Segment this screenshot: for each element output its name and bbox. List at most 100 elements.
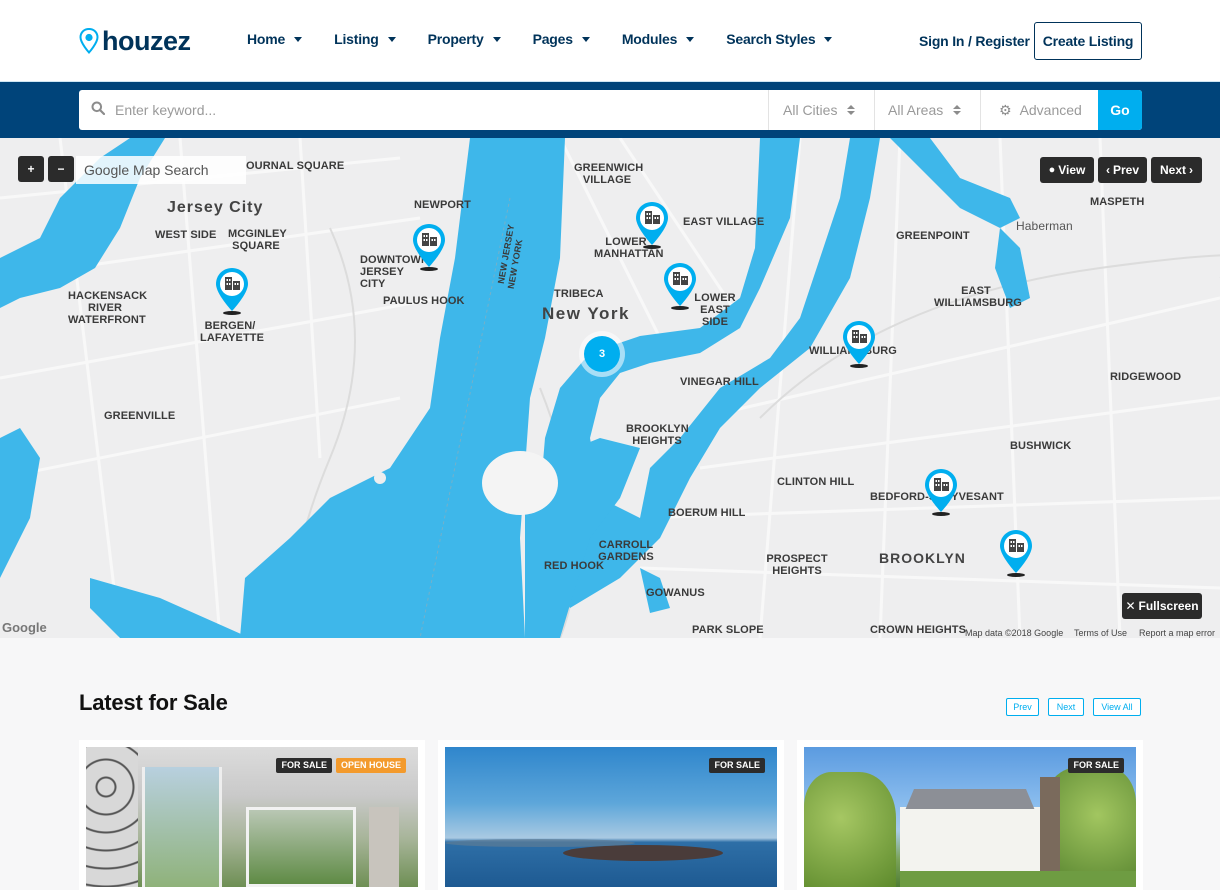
- wallpaper-detail: [86, 747, 138, 887]
- chimney-detail: [1040, 777, 1060, 871]
- map-label: NEWPORT: [414, 199, 471, 211]
- map-label: MASPETH: [1090, 196, 1145, 208]
- cities-select-value: All Cities: [783, 102, 838, 118]
- signin-register-link[interactable]: Sign In / Register: [919, 33, 1030, 49]
- map-label: GREENWICH VILLAGE: [574, 162, 644, 186]
- areas-select-value: All Areas: [888, 102, 944, 118]
- property-marker[interactable]: [213, 266, 251, 316]
- map-prev-button[interactable]: ‹ Prev: [1098, 157, 1147, 183]
- for-sale-badge: FOR SALE: [709, 758, 765, 773]
- map-label: CLINTON HILL: [777, 476, 855, 488]
- site-header: houzez Home Listing Property Pages Modul…: [0, 0, 1220, 82]
- zoom-in-button[interactable]: +: [18, 156, 44, 182]
- main-nav: Home Listing Property Pages Modules Sear…: [247, 31, 864, 47]
- property-image-house[interactable]: FOR SALE: [804, 747, 1136, 887]
- fullscreen-button[interactable]: ✕ Fullscreen: [1122, 593, 1202, 619]
- keyword-input[interactable]: [115, 102, 735, 118]
- caret-down-icon: [492, 36, 501, 42]
- nav-item-property[interactable]: Property: [428, 31, 501, 47]
- coast-detail: [445, 839, 635, 847]
- view-label: View: [1058, 163, 1086, 177]
- logo-text: houzez: [102, 26, 191, 56]
- prev-label: Prev: [1112, 163, 1140, 177]
- map-label: BERGEN/ LAFAYETTE: [200, 320, 265, 344]
- view-all-button[interactable]: View All: [1093, 698, 1141, 716]
- map-label: BOERUM HILL: [668, 507, 746, 519]
- nav-item-label: Listing: [334, 31, 379, 47]
- map-canvas[interactable]: Jersey City WEST SIDE MCGINLEY SQUARE OU…: [0, 138, 1220, 638]
- globe-icon: ●: [1048, 164, 1056, 176]
- carousel-next-button[interactable]: Next: [1048, 698, 1084, 716]
- carousel-prev-button[interactable]: Prev: [1006, 698, 1039, 716]
- map-label: BROOKLYN HEIGHTS: [626, 423, 689, 447]
- badge-group: FOR SALE: [709, 758, 765, 773]
- areas-select[interactable]: All Areas: [875, 90, 981, 130]
- map-label: Jersey City: [167, 199, 264, 216]
- keyword-field: [79, 90, 769, 130]
- cities-select[interactable]: All Cities: [769, 90, 875, 130]
- nav-item-listing[interactable]: Listing: [334, 31, 396, 47]
- lawn-detail: [900, 871, 1136, 887]
- map-label: CROWN HEIGHTS: [870, 624, 967, 636]
- map-label: EAST WILLIAMSBURG: [934, 285, 1022, 309]
- terms-of-use-link[interactable]: Terms of Use: [1074, 628, 1127, 638]
- gear-icon: ⚙: [999, 101, 1012, 118]
- caret-down-icon: [387, 36, 396, 42]
- map-label: Haberman: [1016, 219, 1073, 233]
- advanced-label: Advanced: [1019, 102, 1082, 118]
- map-label: BUSHWICK: [1010, 440, 1072, 452]
- advanced-search-button[interactable]: ⚙ Advanced: [981, 90, 1098, 130]
- property-marker[interactable]: [633, 200, 671, 250]
- map-label: GREENVILLE: [104, 410, 176, 422]
- property-marker[interactable]: [661, 261, 699, 311]
- map-label: RED HOOK: [544, 560, 605, 572]
- map-view-button[interactable]: ● View: [1040, 157, 1094, 183]
- section-title: Latest for Sale: [79, 690, 228, 715]
- roof-detail: [905, 789, 1035, 809]
- sort-arrows-icon: [953, 105, 962, 115]
- nav-item-search-styles[interactable]: Search Styles: [726, 31, 833, 47]
- map-next-button[interactable]: Next ›: [1151, 157, 1202, 183]
- property-image-interior[interactable]: FOR SALE OPEN HOUSE: [86, 747, 418, 887]
- map-label: PAULUS HOOK: [383, 295, 465, 307]
- nav-item-label: Pages: [532, 31, 573, 47]
- property-marker[interactable]: [997, 528, 1035, 578]
- map-label: HACKENSACK RIVER WATERFRONT: [68, 290, 148, 326]
- logo[interactable]: houzez: [79, 26, 191, 56]
- window-detail: [142, 767, 222, 887]
- map-label: PROSPECT HEIGHTS: [766, 553, 828, 577]
- building-pin-icon: [843, 321, 875, 368]
- map-label: GREENPOINT: [896, 230, 970, 242]
- property-marker[interactable]: [840, 319, 878, 369]
- go-button[interactable]: Go: [1098, 90, 1142, 130]
- zoom-out-button[interactable]: −: [48, 156, 74, 182]
- property-card[interactable]: FOR SALE OPEN HOUSE: [79, 740, 425, 890]
- marker-cluster[interactable]: 3: [584, 336, 620, 372]
- map-search-label[interactable]: Google Map Search: [76, 156, 246, 184]
- map-label: CARROLL GARDENS: [598, 539, 654, 563]
- property-card[interactable]: FOR SALE: [797, 740, 1143, 890]
- window-detail: [246, 807, 356, 887]
- building-pin-icon: [1000, 530, 1032, 577]
- report-map-error-link[interactable]: Report a map error: [1139, 628, 1215, 638]
- next-label: Next: [1159, 163, 1186, 177]
- nav-item-pages[interactable]: Pages: [533, 31, 590, 47]
- nav-item-label: Home: [247, 31, 286, 47]
- map-label: TRIBECA: [554, 288, 604, 300]
- property-marker[interactable]: [922, 467, 960, 517]
- map-label: RIDGEWOOD: [1110, 371, 1182, 383]
- property-image-sea[interactable]: FOR SALE: [445, 747, 777, 887]
- property-card[interactable]: FOR SALE: [438, 740, 784, 890]
- map-label: WEST SIDE: [155, 229, 217, 241]
- nav-item-home[interactable]: Home: [247, 31, 303, 47]
- google-logo: Google: [2, 620, 47, 635]
- sort-arrows-icon: [847, 105, 856, 115]
- map-label: EAST VILLAGE: [683, 216, 765, 228]
- property-marker[interactable]: [410, 222, 448, 272]
- tree-detail: [804, 772, 896, 887]
- caret-down-icon: [581, 36, 590, 42]
- expand-icon: ✕: [1125, 599, 1136, 613]
- create-listing-button[interactable]: Create Listing: [1034, 22, 1142, 60]
- map-label: GOWANUS: [646, 587, 705, 599]
- nav-item-modules[interactable]: Modules: [622, 31, 695, 47]
